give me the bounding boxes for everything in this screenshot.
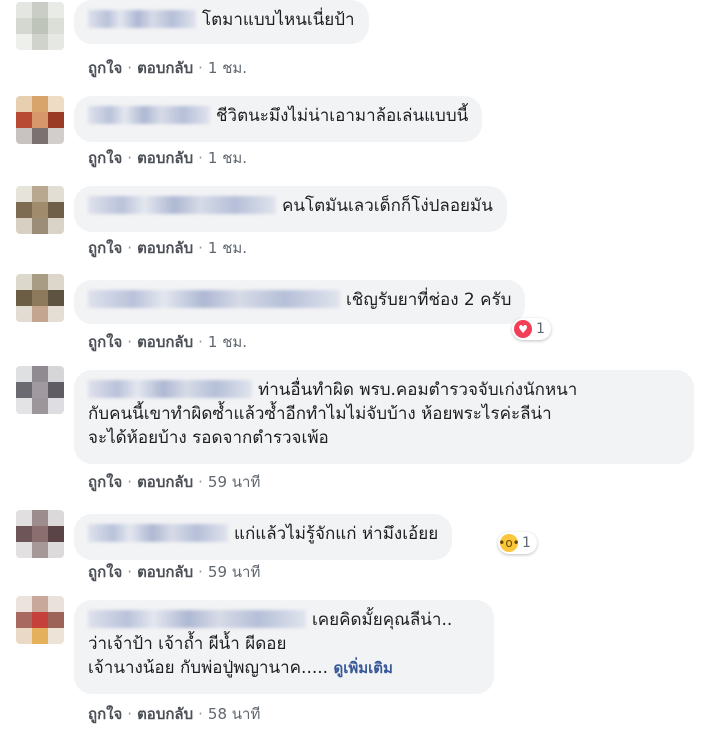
- timestamp[interactable]: 59 นาที: [208, 563, 260, 581]
- avatar[interactable]: [16, 366, 64, 414]
- like-button[interactable]: ถูกใจ: [88, 333, 122, 351]
- reply-button[interactable]: ตอบกลับ: [137, 333, 193, 351]
- comment-actions: ถูกใจ · ตอบกลับ · 59 นาที: [88, 563, 261, 581]
- comment-text: เชิญรับยาที่ช่อง 2 ครับ: [346, 290, 512, 310]
- love-reaction-icon: ♥: [514, 320, 532, 338]
- reply-button[interactable]: ตอบกลับ: [137, 563, 193, 581]
- comment-text-line: กับคนนี้เขาทำผิดซ้ำแล้วซ้ำอีกทำไมไม่จับบ…: [88, 404, 552, 424]
- like-button[interactable]: ถูกใจ: [88, 239, 122, 257]
- avatar[interactable]: [16, 186, 64, 234]
- commenter-name[interactable]: [88, 196, 276, 214]
- reply-button[interactable]: ตอบกลับ: [137, 239, 193, 257]
- comment-bubble: ชีวิตนะมึงไม่น่าเอามาล้อเล่นแบบนี้: [74, 96, 483, 142]
- comment-text: โตมาแบบไหนเนี่ยป้า: [202, 10, 355, 30]
- comment-bubble: โตมาแบบไหนเนี่ยป้า: [74, 0, 369, 44]
- commenter-name[interactable]: [88, 290, 340, 308]
- comment-text-line: ว่าเจ้าป้า เจ้าถ้ำ ผีน้ำ ผีดอย: [88, 634, 287, 654]
- comment-actions: ถูกใจ · ตอบกลับ · 59 นาที: [88, 473, 261, 491]
- comment-bubble: เชิญรับยาที่ช่อง 2 ครับ: [74, 280, 526, 324]
- timestamp[interactable]: 1 ชม.: [208, 59, 247, 77]
- like-button[interactable]: ถูกใจ: [88, 149, 122, 167]
- like-button[interactable]: ถูกใจ: [88, 563, 122, 581]
- wow-reaction-icon: •o•: [498, 534, 520, 552]
- comment-bubble: ท่านอื่นทำผิด พรบ.คอมตำรวจจับเก่งนักหนา …: [74, 370, 694, 464]
- reply-button[interactable]: ตอบกลับ: [137, 59, 193, 77]
- reply-button[interactable]: ตอบกลับ: [137, 705, 193, 723]
- avatar[interactable]: [16, 510, 64, 558]
- comment-actions: ถูกใจ · ตอบกลับ · 1 ชม.: [88, 149, 248, 167]
- comment-bubble: เคยคิดมั้ยคุณลีน่า.. ว่าเจ้าป้า เจ้าถ้ำ …: [74, 600, 494, 694]
- comment-text: คนโตมันเลวเด็กก็โง่ปลอยมัน: [282, 196, 493, 216]
- comment-actions: ถูกใจ · ตอบกลับ · 58 นาที: [88, 705, 261, 723]
- comment-bubble: คนโตมันเลวเด็กก็โง่ปลอยมัน: [74, 186, 507, 232]
- reply-button[interactable]: ตอบกลับ: [137, 149, 193, 167]
- reaction-count[interactable]: •o• 1: [498, 532, 537, 554]
- comment-text: ชีวิตนะมึงไม่น่าเอามาล้อเล่นแบบนี้: [216, 106, 469, 126]
- commenter-name[interactable]: [88, 524, 228, 542]
- comment-actions: ถูกใจ · ตอบกลับ · 1 ชม.: [88, 239, 248, 257]
- commenter-name[interactable]: [88, 380, 252, 398]
- avatar[interactable]: [16, 274, 64, 322]
- comment-text-line: เจ้านางน้อย กับพ่อปู่พญานาค.....: [88, 658, 329, 678]
- like-button[interactable]: ถูกใจ: [88, 705, 122, 723]
- avatar[interactable]: [16, 96, 64, 144]
- commenter-name[interactable]: [88, 106, 210, 124]
- commenter-name[interactable]: [88, 610, 306, 628]
- comment-bubble: แก่แล้วไม่รู้จักแก่ ห่ามึงเอ้ยย: [74, 514, 453, 560]
- comment-actions: ถูกใจ · ตอบกลับ · 1 ชม.: [88, 59, 248, 77]
- reaction-count-value: 1: [522, 535, 531, 551]
- comment-text: แก่แล้วไม่รู้จักแก่ ห่ามึงเอ้ยย: [234, 524, 439, 544]
- avatar[interactable]: [16, 2, 64, 50]
- comment-text-line: ท่านอื่นทำผิด พรบ.คอมตำรวจจับเก่งนักหนา: [258, 380, 578, 400]
- see-more-link[interactable]: ดูเพิ่มเติม: [333, 659, 392, 677]
- comment-text-line: จะได้ห้อยบ้าง รอดจากตำรวจเพ้อ: [88, 428, 329, 448]
- comment-actions: ถูกใจ · ตอบกลับ · 1 ชม.: [88, 333, 248, 351]
- timestamp[interactable]: 58 นาที: [208, 705, 260, 723]
- timestamp[interactable]: 1 ชม.: [208, 149, 247, 167]
- avatar[interactable]: [16, 596, 64, 644]
- timestamp[interactable]: 1 ชม.: [208, 239, 247, 257]
- timestamp[interactable]: 59 นาที: [208, 473, 260, 491]
- reaction-count-value: 1: [536, 321, 545, 337]
- reply-button[interactable]: ตอบกลับ: [137, 473, 193, 491]
- commenter-name[interactable]: [88, 10, 196, 28]
- like-button[interactable]: ถูกใจ: [88, 59, 122, 77]
- reaction-count[interactable]: ♥ 1: [512, 318, 551, 340]
- comment-text-line: เคยคิดมั้ยคุณลีน่า..: [312, 610, 453, 630]
- like-button[interactable]: ถูกใจ: [88, 473, 122, 491]
- timestamp[interactable]: 1 ชม.: [208, 333, 247, 351]
